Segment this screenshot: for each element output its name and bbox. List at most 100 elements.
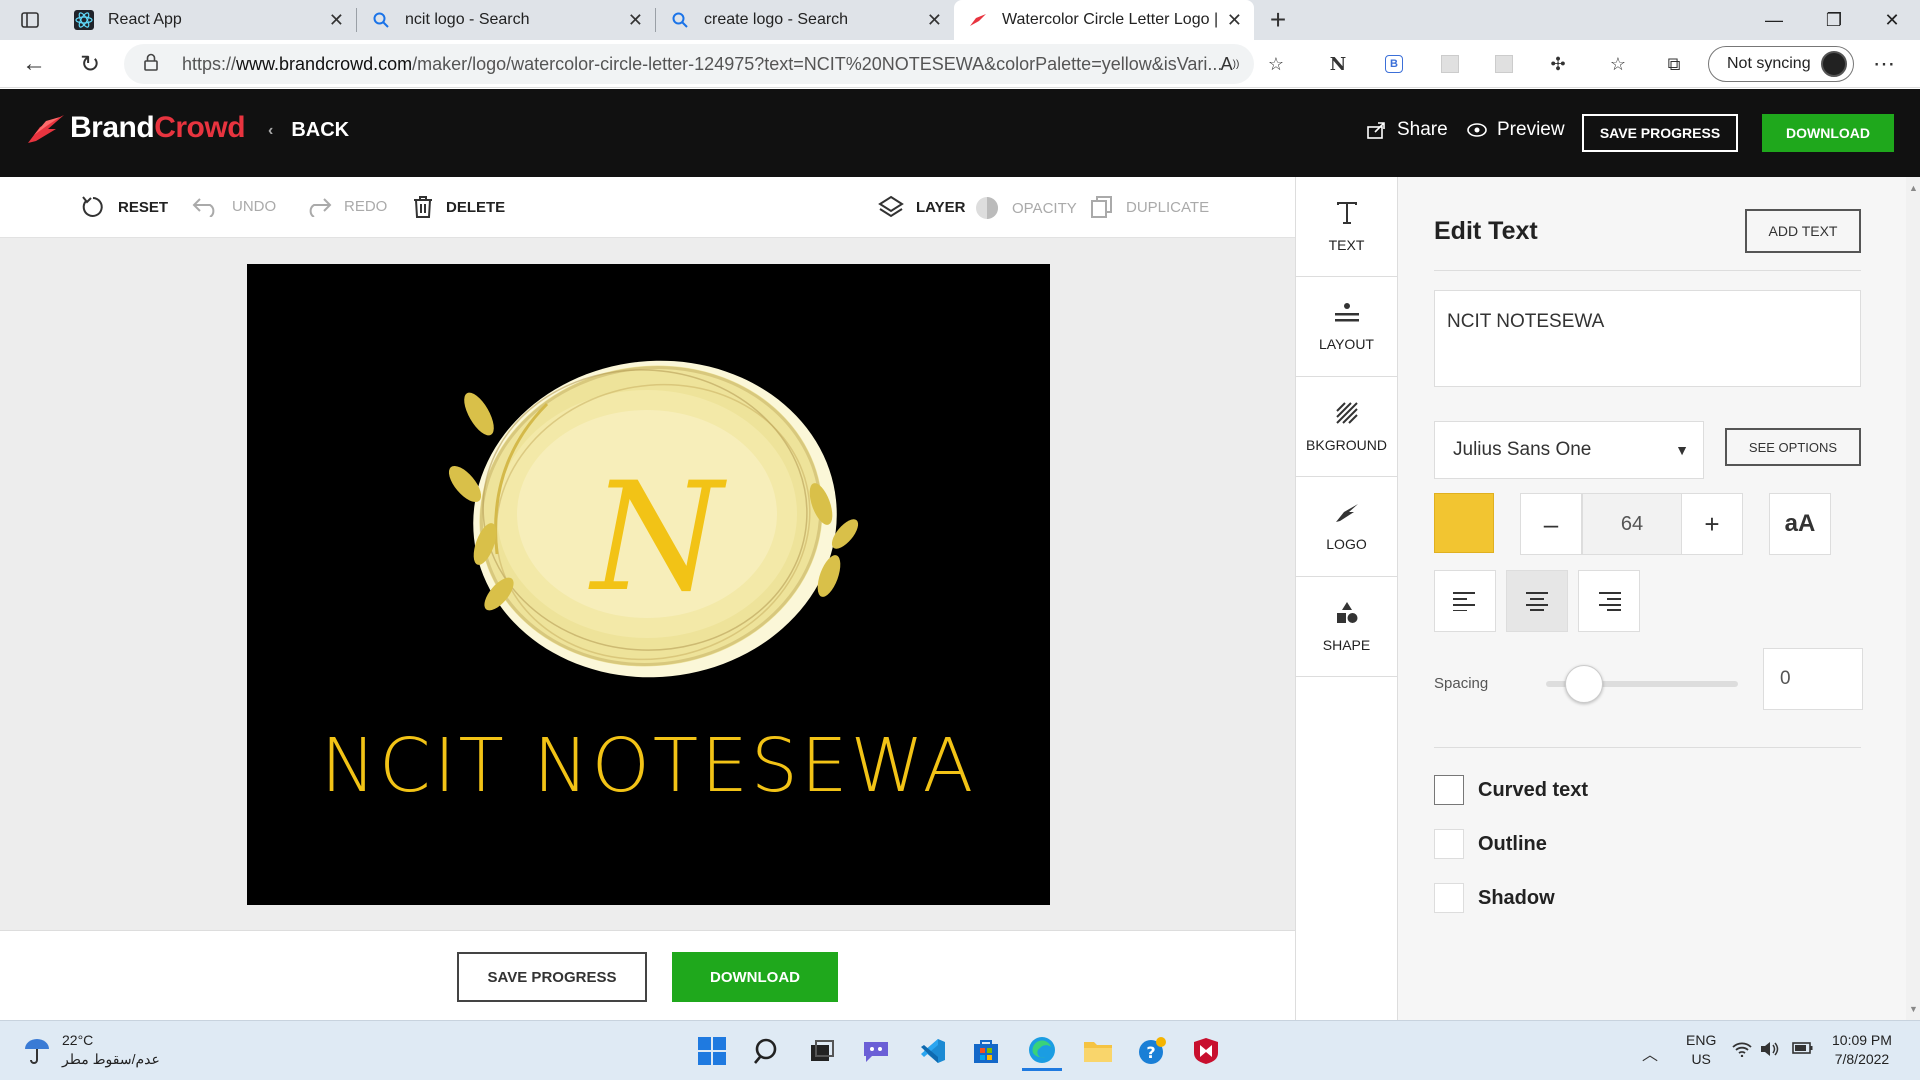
shadow-checkbox[interactable]: Shadow (1434, 883, 1555, 913)
collections-icon[interactable]: ⧉ (1656, 46, 1692, 82)
task-view-icon[interactable] (802, 1031, 842, 1071)
undo-button[interactable]: UNDO (192, 195, 276, 217)
download-button[interactable]: DOWNLOAD (1762, 114, 1894, 152)
weather-widget[interactable]: 22°C عدم/سقوط مطر (22, 1031, 160, 1069)
bottom-action-bar: SAVE PROGRESS DOWNLOAD (0, 930, 1295, 1020)
close-tab-icon[interactable]: ✕ (1227, 10, 1242, 31)
spacing-input[interactable]: 0 (1763, 648, 1863, 710)
curved-text-checkbox[interactable]: Curved text (1434, 775, 1588, 805)
clock[interactable]: 10:09 PM 7/8/2022 (1832, 1031, 1892, 1069)
favorites-icon[interactable]: ☆ (1600, 46, 1636, 82)
redo-button[interactable]: REDO (304, 195, 387, 217)
reset-label: RESET (118, 198, 169, 216)
monogram-letter[interactable]: N (588, 451, 727, 625)
font-select[interactable]: Julius Sans One ▼ (1434, 421, 1704, 479)
url-field[interactable]: https://www.brandcrowd.com/maker/logo/wa… (124, 44, 1254, 84)
checkbox-box[interactable] (1434, 883, 1464, 913)
restore-icon[interactable]: ❐ (1804, 0, 1864, 40)
align-left-button[interactable] (1434, 570, 1496, 632)
sidenav-layout[interactable]: LAYOUT (1296, 277, 1397, 377)
extension-icon[interactable] (1486, 46, 1522, 82)
wifi-icon[interactable] (1732, 1041, 1752, 1062)
close-window-icon[interactable]: ✕ (1862, 0, 1920, 40)
add-favorite-icon[interactable]: ☆ (1258, 46, 1294, 82)
align-center-button[interactable] (1506, 570, 1568, 632)
sidenav-background[interactable]: BKGROUND (1296, 377, 1397, 477)
save-progress-button[interactable]: SAVE PROGRESS (1582, 114, 1738, 152)
edge-browser-icon[interactable] (1022, 1031, 1062, 1071)
add-text-button[interactable]: ADD TEXT (1745, 209, 1861, 253)
close-tab-icon[interactable]: ✕ (329, 10, 344, 31)
volume-icon[interactable] (1760, 1041, 1780, 1062)
font-size-input[interactable]: 64 (1582, 493, 1682, 555)
text-case-button[interactable]: aA (1769, 493, 1831, 555)
windows-start-icon[interactable] (692, 1031, 732, 1071)
browser-tab-active[interactable]: Watercolor Circle Letter Logo | B ✕ (954, 0, 1254, 40)
see-options-button[interactable]: SEE OPTIONS (1725, 428, 1861, 466)
text-icon (1336, 201, 1357, 224)
text-color-swatch[interactable] (1434, 493, 1494, 553)
extension-n-icon[interactable]: N (1320, 46, 1356, 82)
brandcrowd-logo[interactable]: Brand Crowd (26, 111, 246, 145)
logo-text[interactable]: NCIT NOTESEWA (247, 723, 1050, 809)
browser-tab[interactable]: create logo - Search ✕ (656, 0, 954, 40)
delete-button[interactable]: DELETE (412, 195, 505, 219)
battery-icon[interactable] (1792, 1041, 1814, 1060)
vscode-icon[interactable] (912, 1031, 952, 1071)
search-icon[interactable] (748, 1031, 788, 1071)
logo-canvas[interactable]: N NCIT NOTESEWA (247, 264, 1050, 905)
logo-icon (1335, 503, 1358, 522)
extensions-puzzle-icon[interactable]: ✣ (1540, 46, 1576, 82)
outline-checkbox[interactable]: Outline (1434, 829, 1547, 859)
scroll-down-icon[interactable]: ▼ (1909, 1004, 1918, 1014)
read-aloud-icon[interactable]: A)) (1212, 46, 1248, 82)
scroll-up-icon[interactable]: ▲ (1909, 183, 1918, 193)
microsoft-store-icon[interactable] (966, 1031, 1006, 1071)
chevron-left-icon: ‹ (268, 121, 274, 139)
font-size-decrease-button[interactable]: – (1520, 493, 1582, 555)
extension-icon[interactable] (1432, 46, 1468, 82)
layer-label: LAYER (916, 198, 966, 216)
sidenav-shape[interactable]: SHAPE (1296, 577, 1397, 677)
browser-tab[interactable]: ncit logo - Search ✕ (357, 0, 655, 40)
show-hidden-icons-chevron[interactable]: ︿ (1642, 1041, 1658, 1065)
font-size-increase-button[interactable]: + (1681, 493, 1743, 555)
checkbox-box[interactable] (1434, 775, 1464, 805)
duplicate-button[interactable]: DUPLICATE (1090, 195, 1209, 219)
get-help-icon[interactable]: ? (1132, 1031, 1172, 1071)
text-input[interactable]: NCIT NOTESEWA (1434, 290, 1861, 387)
layer-button[interactable]: LAYER (878, 195, 965, 219)
spacing-slider-handle[interactable] (1565, 665, 1604, 703)
undo-icon (192, 198, 215, 217)
tab-actions-icon[interactable] (0, 0, 60, 40)
file-explorer-icon[interactable] (1078, 1031, 1118, 1071)
share-button[interactable]: Share (1367, 119, 1448, 141)
profile-sync-button[interactable]: Not syncing (1708, 46, 1854, 82)
refresh-icon[interactable]: ↻ (68, 42, 112, 86)
sync-label: Not syncing (1727, 55, 1811, 72)
reset-button[interactable]: RESET (80, 195, 168, 219)
sidenav-logo[interactable]: LOGO (1296, 477, 1397, 577)
preview-label: Preview (1497, 119, 1565, 140)
input-language[interactable]: ENG US (1686, 1031, 1716, 1069)
browser-tab[interactable]: React App ✕ (60, 0, 356, 40)
close-tab-icon[interactable]: ✕ (927, 10, 942, 31)
close-tab-icon[interactable]: ✕ (628, 10, 643, 31)
teams-chat-icon[interactable] (856, 1031, 896, 1071)
mcafee-icon[interactable] (1186, 1031, 1226, 1071)
panel-scrollbar[interactable]: ▲ ▼ (1906, 177, 1920, 1020)
minimize-icon[interactable]: — (1744, 0, 1804, 40)
checkbox-box[interactable] (1434, 829, 1464, 859)
align-right-button[interactable] (1578, 570, 1640, 632)
canvas-area: N NCIT NOTESEWA (0, 238, 1295, 930)
back-arrow-icon[interactable]: ← (12, 42, 56, 86)
save-progress-button[interactable]: SAVE PROGRESS (457, 952, 647, 1002)
extension-b-icon[interactable]: B (1376, 46, 1412, 82)
preview-button[interactable]: Preview (1467, 119, 1565, 141)
download-button[interactable]: DOWNLOAD (672, 952, 838, 1002)
more-menu-icon[interactable]: ⋯ (1866, 46, 1902, 82)
sidenav-text[interactable]: TEXT (1296, 177, 1397, 277)
new-tab-button[interactable]: + (1254, 0, 1302, 40)
opacity-button[interactable]: OPACITY (974, 195, 1077, 221)
back-button[interactable]: ‹ BACK (268, 119, 349, 142)
